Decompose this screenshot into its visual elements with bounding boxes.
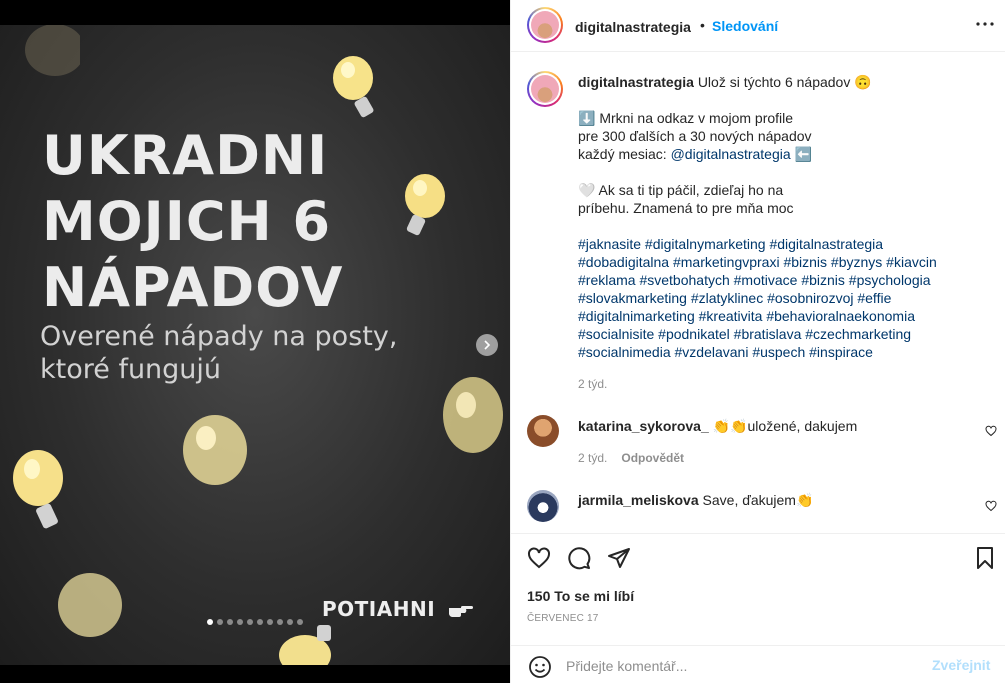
share-icon[interactable]: [607, 546, 631, 570]
slide-subline: Overené nápady na posty, ktoré fungujú: [40, 321, 398, 385]
next-slide-button[interactable]: [476, 334, 498, 356]
caption-line: 🤍 Ak sa ti tip páčil, zdieľaj ho na: [578, 182, 784, 198]
comment-meta: 2 týd. Odpovědět: [578, 451, 684, 465]
carousel-dots: [207, 619, 303, 625]
commenter-username[interactable]: jarmila_meliskova: [578, 492, 699, 508]
heart-icon[interactable]: [527, 546, 551, 570]
caption-username[interactable]: digitalnastrategia: [578, 74, 694, 90]
emoji-icon[interactable]: [528, 655, 552, 679]
hashtag-line[interactable]: #socialnimedia #vzdelavani #uspech #insp…: [578, 343, 978, 361]
hashtag-line[interactable]: #slovakmarketing #zlatyklinec #osobniroz…: [578, 289, 978, 307]
caption-line: ⬇️ Mrkni na odkaz v mojom profile: [578, 110, 794, 126]
caption-arrow: ⬅️: [790, 146, 812, 162]
hashtag-line[interactable]: #dobadigitalna #marketingvpraxi #biznis …: [578, 253, 978, 271]
comment: katarina_sykorova_ 👏👏uložené, dakujem: [578, 418, 857, 435]
comment-icon[interactable]: [567, 546, 591, 570]
commenter-avatar[interactable]: [527, 415, 559, 447]
post-panel: digitalnastrategia • Sledování digitalna…: [510, 0, 1005, 683]
post-date[interactable]: ČERVENEC 17: [527, 613, 599, 624]
likes-count[interactable]: 150 To se mi líbí: [527, 588, 634, 604]
swipe-label: POTIAHNI: [322, 597, 436, 621]
lightbulb-icon: [279, 625, 331, 665]
caption-line: pre 300 ďalších a 30 nových nápadov: [578, 128, 812, 144]
bookmark-icon[interactable]: [973, 546, 997, 570]
carousel-dot: [277, 619, 283, 625]
like-comment-heart-icon[interactable]: [985, 425, 997, 437]
post-actions: 150 To se mi líbí ČERVENEC 17: [511, 533, 1005, 643]
commenter-avatar[interactable]: [527, 490, 559, 522]
caption-timestamp[interactable]: 2 týd.: [578, 377, 607, 391]
lightbulb-icon: [25, 25, 80, 76]
carousel-dot: [237, 619, 243, 625]
caption-line: príbehu. Znamená to pre mňa moc: [578, 200, 794, 216]
comment: jarmila_meliskova Save, ďakujem👏: [578, 492, 813, 509]
hashtag-line[interactable]: #digitalnimarketing #kreativita #behavio…: [578, 307, 978, 325]
header-separator: •: [700, 17, 705, 33]
add-comment-bar: Zveřejnit: [511, 645, 1005, 683]
commenter-username[interactable]: katarina_sykorova_: [578, 418, 709, 434]
like-comment-heart-icon[interactable]: [985, 500, 997, 512]
reply-button[interactable]: Odpovědět: [621, 451, 684, 465]
comment-text: Save, ďakujem👏: [702, 492, 814, 508]
hashtag-line[interactable]: #jaknasite #digitalnymarketing #digitaln…: [578, 235, 978, 253]
post-caption: digitalnastrategia Ulož si týchto 6 nápa…: [578, 73, 978, 361]
post-header: digitalnastrategia • Sledování: [511, 0, 1005, 52]
carousel-dot: [247, 619, 253, 625]
hashtag-line[interactable]: #reklama #svetbohatych #motivace #biznis…: [578, 271, 978, 289]
carousel-dot: [287, 619, 293, 625]
comment-text: 👏👏uložené, dakujem: [712, 418, 858, 434]
comments-section[interactable]: digitalnastrategia Ulož si týchto 6 nápa…: [511, 53, 1005, 533]
carousel-slide[interactable]: UKRADNI MOJICH 6 NÁPADOV Overené nápady …: [0, 25, 510, 665]
lightbulb-icon: [13, 450, 63, 529]
author-username[interactable]: digitalnastrategia: [575, 19, 691, 35]
chevron-right-icon: [484, 340, 491, 350]
carousel-dot: [257, 619, 263, 625]
caption-author-avatar[interactable]: [527, 71, 563, 107]
carousel-dot: [217, 619, 223, 625]
pointing-hand-icon: [449, 606, 473, 617]
comment-input[interactable]: [566, 655, 916, 677]
post-media: UKRADNI MOJICH 6 NÁPADOV Overené nápady …: [0, 0, 510, 683]
lightbulb-icon: [58, 573, 122, 637]
lightbulb-icon: [405, 174, 445, 236]
post-comment-button[interactable]: Zveřejnit: [932, 657, 990, 673]
slide-headline: UKRADNI MOJICH 6 NÁPADOV: [42, 124, 344, 319]
comment-timestamp[interactable]: 2 týd.: [578, 451, 607, 465]
carousel-dot: [207, 619, 213, 625]
lightbulb-icon: [333, 56, 374, 118]
lightbulb-icon: [183, 415, 247, 485]
carousel-dot: [297, 619, 303, 625]
more-options-icon[interactable]: [973, 12, 997, 36]
carousel-dot: [267, 619, 273, 625]
caption-line: každý mesiac:: [578, 146, 671, 162]
lightbulb-icon: [443, 377, 503, 453]
author-avatar[interactable]: [527, 7, 563, 43]
caption-first-line: Ulož si týchto 6 nápadov 🙃: [697, 74, 872, 90]
mention-link[interactable]: @digitalnastrategia: [671, 146, 791, 162]
carousel-dot: [227, 619, 233, 625]
hashtag-line[interactable]: #socialnisite #podnikatel #bratislava #c…: [578, 325, 978, 343]
follow-button[interactable]: Sledování: [712, 18, 778, 34]
